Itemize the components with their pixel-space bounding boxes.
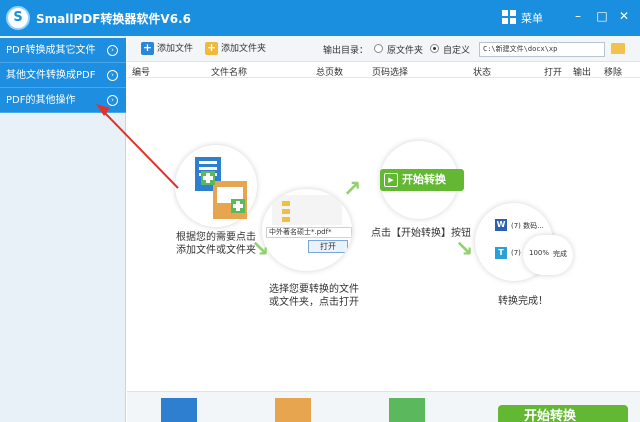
red-annotation-arrow-icon	[96, 104, 179, 189]
broom-thumb-icon	[389, 398, 425, 422]
bottom-bar: 开始转换	[127, 391, 640, 422]
start-convert-label: 开始转换	[524, 409, 577, 422]
start-convert-button[interactable]: 开始转换	[498, 405, 628, 422]
folder-thumb-icon	[275, 398, 311, 422]
doc-thumb-icon	[161, 398, 197, 422]
